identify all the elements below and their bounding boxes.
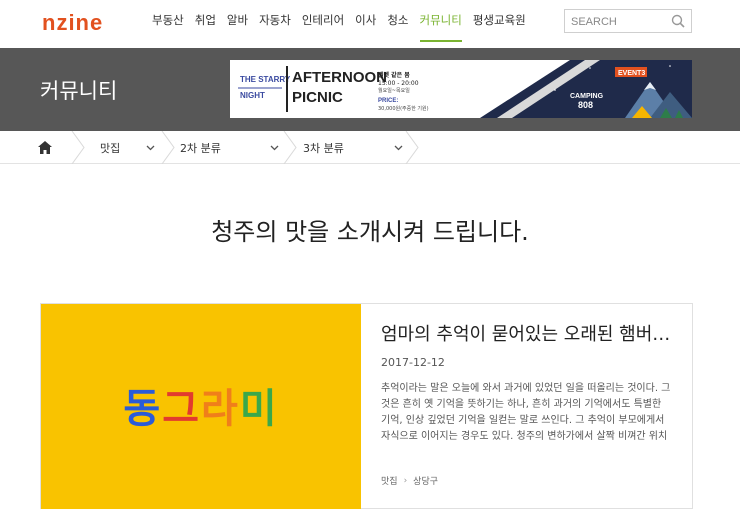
banner-camping-num: 808 [578,100,593,110]
chevron-down-icon[interactable] [146,143,155,152]
breadcrumb: 맛집 2차 분류 3차 분류 [0,131,740,164]
article-tag[interactable]: 맛집 [381,474,398,487]
banner-price-label: PRICE: [378,98,398,104]
banner-afternoon: AFTERNOON [292,69,387,86]
nav-item-community[interactable]: 커뮤니티 [419,0,469,48]
chevron-down-icon[interactable] [394,143,403,152]
article-tags: 맛집 › 상당구 [381,474,438,488]
breadcrumb-level1[interactable]: 맛집 [100,131,120,164]
site-logo[interactable]: nzine [42,10,103,36]
article-thumbnail[interactable]: 동그라미 [41,304,361,509]
banner-days: 월요일~목요일 [378,87,410,94]
banner-time-label: 벨벳 같은 봄 [378,71,410,79]
nav-item-moving[interactable]: 이사 [355,0,383,48]
breadcrumb-divider [71,131,85,164]
breadcrumb-level3[interactable]: 3차 분류 [303,131,344,164]
thumb-char: 라 [201,386,240,432]
banner-picnic: PICNIC [292,89,343,106]
nav-item-interior[interactable]: 인테리어 [302,0,351,48]
article-body: 엄마의 추억이 묻어있는 오래된 햄버거집 2017-12-12 추억이라는 말… [381,320,681,445]
article-tag[interactable]: 상당구 [413,474,438,487]
nav-item-parttime[interactable]: 알바 [227,0,255,48]
banner-event: EVENT3 [618,70,645,77]
section-title: 커뮤니티 [40,79,118,103]
thumb-char: 미 [239,386,279,432]
banner-price: 30,000원(주중한 기원) [378,105,429,112]
nav-item-education[interactable]: 평생교육원 [473,0,533,48]
breadcrumb-divider [283,131,297,164]
thumbnail-text: 동그라미 [41,376,361,434]
article-card[interactable]: 동그라미 엄마의 추억이 묻어있는 오래된 햄버거집 2017-12-12 추억… [40,303,693,509]
nav-item-cars[interactable]: 자동차 [259,0,298,48]
page-title-band: 커뮤니티 THE STARRY NIGHT AFTERNOON PICNIC 벨… [0,48,740,131]
article-date: 2017-12-12 [381,356,445,369]
chevron-down-icon[interactable] [270,143,279,152]
thumb-char: 그 [162,386,201,432]
banner-night: NIGHT [240,91,265,100]
banner-starry: THE STARRY [240,75,291,84]
home-icon[interactable] [38,141,52,154]
search-box [564,9,692,33]
promo-banner[interactable]: THE STARRY NIGHT AFTERNOON PICNIC 벨벳 같은 … [230,60,692,118]
main-nav: 부동산 취업 알바 자동차 인테리어 이사 청소 커뮤니티 평생교육원 [152,0,537,48]
nav-item-realestate[interactable]: 부동산 [152,0,191,48]
chevron-right-icon: › [403,475,408,486]
article-description: 추억이라는 말은 오늘에 와서 과거에 있었던 일을 떠올리는 것이다. 그것은… [381,383,671,442]
breadcrumb-divider [161,131,175,164]
site-header: nzine 부동산 취업 알바 자동차 인테리어 이사 청소 커뮤니티 평생교육… [0,0,740,48]
nav-item-jobs[interactable]: 취업 [195,0,223,48]
banner-time: 15:00 - 20:00 [378,80,419,87]
breadcrumb-divider [405,131,419,164]
page-heading: 청주의 맛을 소개시켜 드립니다. [211,218,529,246]
article-title[interactable]: 엄마의 추억이 묻어있는 오래된 햄버거집 [381,320,671,346]
search-input[interactable] [565,11,665,33]
nav-item-cleaning[interactable]: 청소 [387,0,415,48]
breadcrumb-level2[interactable]: 2차 분류 [180,131,221,164]
thumb-char: 동 [123,386,163,432]
search-icon[interactable] [671,14,685,28]
banner-camping: CAMPING [570,93,604,100]
